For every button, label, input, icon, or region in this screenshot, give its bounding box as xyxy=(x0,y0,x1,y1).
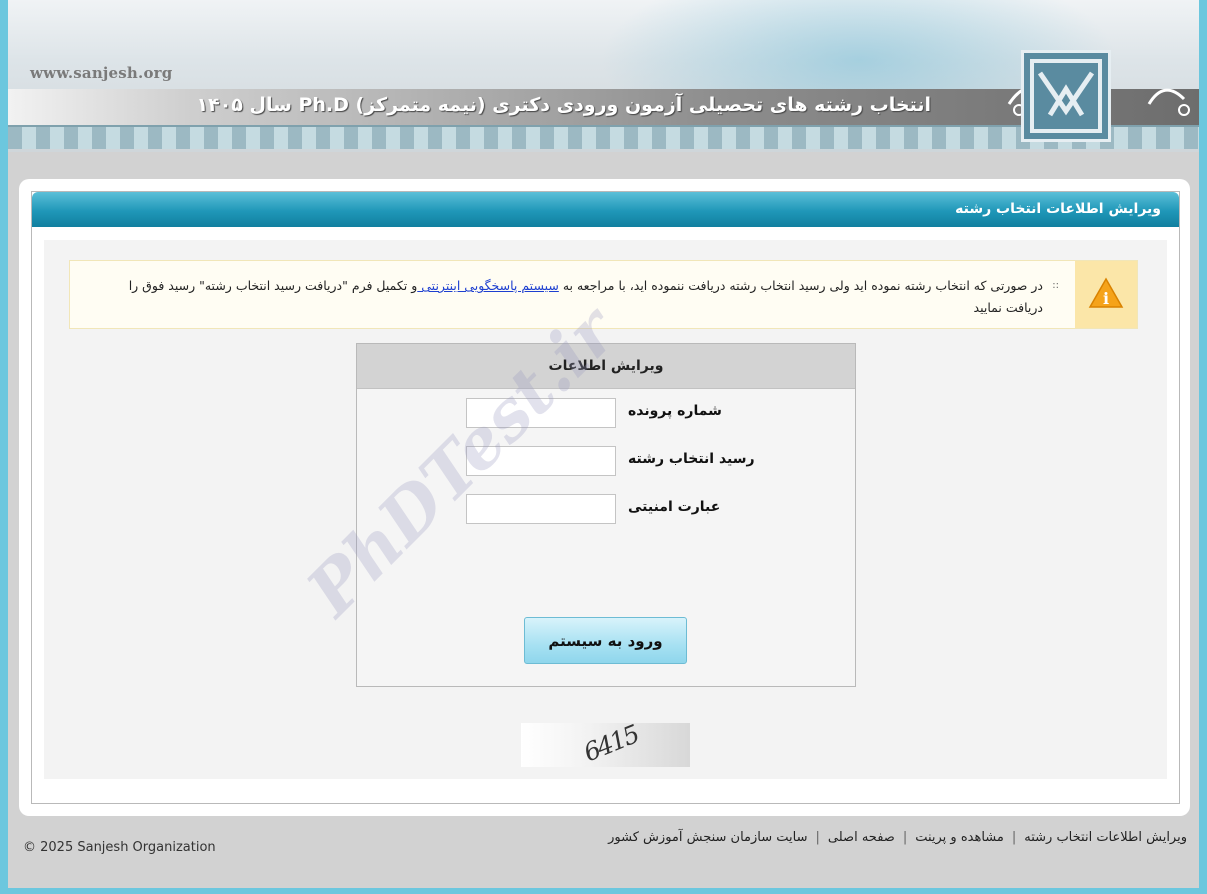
footer-link-home[interactable]: صفحه اصلی xyxy=(828,830,895,845)
frame-left xyxy=(0,0,8,894)
footer-separator: | xyxy=(815,830,820,845)
site-header: www.sanjesh.org انتخاب رشته های تحصیلی آ… xyxy=(8,0,1199,152)
footer-nav: ویرایش اطلاعات انتخاب رشته | مشاهده و پرین… xyxy=(608,830,1187,845)
main-panel: ویرایش اطلاعات انتخاب رشته i :: در صورتی… xyxy=(19,179,1190,816)
bullet-icon: :: xyxy=(1052,280,1059,291)
support-system-link[interactable]: سیستم پاسخگویی اینترنتی xyxy=(417,278,559,293)
site-url: www.sanjesh.org xyxy=(30,64,173,82)
frame-right xyxy=(1199,0,1207,894)
captcha-input[interactable] xyxy=(466,494,616,524)
page-title: انتخاب رشته های تحصیلی آزمون ورودی دکتری… xyxy=(196,94,931,116)
alert-message: :: در صورتی که انتخاب رشته نموده اید ولی… xyxy=(113,275,1059,319)
svg-text:i: i xyxy=(1103,289,1109,308)
footer-separator: | xyxy=(902,830,908,845)
warning-icon: i xyxy=(1088,277,1124,308)
edit-info-form: ویرایش اطلاعات شماره پرونده رسید انتخاب … xyxy=(356,343,856,687)
captcha-label: عبارت امنیتی xyxy=(628,499,721,515)
receipt-label: رسید انتخاب رشته xyxy=(628,451,755,467)
footer-separator: | xyxy=(1011,830,1017,845)
form-title: ویرایش اطلاعات xyxy=(357,344,855,389)
panel-body: i :: در صورتی که انتخاب رشته نموده اید و… xyxy=(44,240,1167,779)
receipt-input[interactable] xyxy=(466,446,616,476)
alert-icon-box: i xyxy=(1075,261,1137,328)
panel-header: ویرایش اطلاعات انتخاب رشته xyxy=(32,192,1179,227)
sanjesh-logo xyxy=(1021,50,1111,142)
footer-link-view-print[interactable]: مشاهده و پرینت xyxy=(915,830,1004,845)
alert-text-before: در صورتی که انتخاب رشته نموده اید ولی رس… xyxy=(558,278,1043,293)
footer-link-edit-selection[interactable]: ویرایش اطلاعات انتخاب رشته xyxy=(1024,830,1187,845)
footer-link-sanjesh-site[interactable]: سایت سازمان سنجش آموزش کشور xyxy=(608,830,807,845)
panel-title: ویرایش اطلاعات انتخاب رشته xyxy=(955,201,1161,217)
file-number-input[interactable] xyxy=(466,398,616,428)
file-number-label: شماره پرونده xyxy=(628,403,722,419)
logo-emblem-icon xyxy=(1030,59,1102,133)
info-alert: i :: در صورتی که انتخاب رشته نموده اید و… xyxy=(69,260,1138,329)
captcha-text: 6415 xyxy=(579,719,643,768)
captcha-image: 6415 xyxy=(521,719,690,768)
copyright: © 2025 Sanjesh Organization xyxy=(23,840,216,855)
panel-frame: ویرایش اطلاعات انتخاب رشته i :: در صورتی… xyxy=(31,191,1180,804)
login-button[interactable]: ورود به سیستم xyxy=(524,617,687,664)
frame-bottom xyxy=(0,888,1207,894)
